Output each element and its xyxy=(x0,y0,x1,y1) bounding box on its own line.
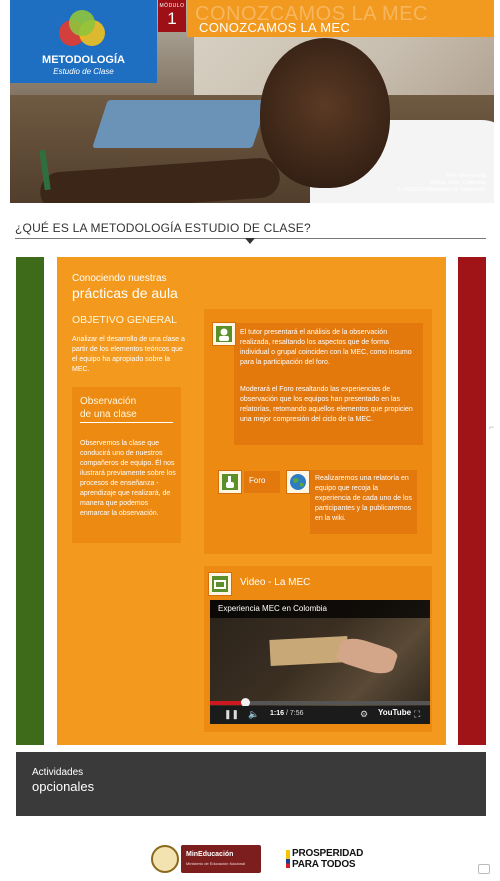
observation-title: Observación de una clase xyxy=(80,396,137,420)
module-number: 1 xyxy=(167,9,177,28)
page-title: CONOZCAMOS LA MEC xyxy=(199,20,351,35)
volume-icon[interactable]: 🔈 xyxy=(248,709,259,720)
observation-underline xyxy=(80,422,173,423)
ministry-subtitle: Ministerio de Educación Nacional xyxy=(186,861,246,866)
tutor-text-2: Moderará el Foro resaltando las experien… xyxy=(240,386,413,423)
progress-fill xyxy=(210,701,246,705)
module-badge: MÓDULO 1 xyxy=(158,0,186,32)
prosperity-line-1: PROSPERIDAD xyxy=(292,848,364,859)
settings-gear-icon[interactable]: ⚙ xyxy=(360,709,368,720)
screen-icon[interactable] xyxy=(478,864,490,874)
module-label: MÓDULO xyxy=(159,3,185,9)
youtube-logo[interactable]: YouTube xyxy=(378,708,411,717)
prosperity-line-2: PARA TODOS xyxy=(292,859,356,870)
page: METODOLOGÍA Estudio de Clase MÓDULO 1 CO… xyxy=(0,0,500,881)
ministry-name: MinEducación xyxy=(186,851,234,858)
video-section-title: Video - La MEC xyxy=(240,577,311,588)
logo-title: METODOLOGÍA xyxy=(42,54,125,66)
optional-title[interactable]: opcionales xyxy=(32,779,94,794)
divider-arrow-icon xyxy=(245,238,255,244)
video-title[interactable]: Experiencia MEC en Colombia xyxy=(218,604,327,613)
scroll-arrow-icon[interactable]: ⌐ xyxy=(489,422,497,434)
photo-caption: Niño de escuela Florida Valle, Colombia … xyxy=(396,173,486,193)
time-display: 1:16 / 7:56 xyxy=(270,710,304,717)
ministry-logo[interactable] xyxy=(181,845,261,873)
optional-kicker: Actividades xyxy=(32,767,84,778)
video-icon xyxy=(208,572,232,596)
forum-label[interactable]: Foro xyxy=(249,476,265,485)
section-heading: ¿QUÉ ES LA METODOLOGÍA ESTUDIO DE CLASE? xyxy=(15,221,311,235)
tutor-text-1: El tutor presentará el análisis de la ob… xyxy=(240,329,412,366)
side-tab-green[interactable] xyxy=(16,257,44,745)
side-tab-red[interactable] xyxy=(458,257,486,745)
objective-text: Analizar el desarrollo de una clase a pa… xyxy=(72,336,185,373)
fullscreen-icon[interactable]: ⛶ xyxy=(414,709,420,720)
colombia-seal-icon xyxy=(151,845,179,873)
methodology-logo[interactable]: METODOLOGÍA Estudio de Clase xyxy=(10,0,157,83)
globe-icon[interactable] xyxy=(286,470,310,494)
tutor-icon xyxy=(212,322,236,346)
panel-kicker: Conociendo nuestras xyxy=(72,273,167,284)
observation-text: Observemos la clase que conducirá uno de… xyxy=(80,440,176,517)
logo-subtitle: Estudio de Clase xyxy=(53,67,114,76)
relatoria-text: Realizaremos una relatoría en equipo que… xyxy=(315,475,412,522)
panel-headline: prácticas de aula xyxy=(72,285,178,301)
colombia-flag-icon xyxy=(286,850,290,868)
objective-title: OBJETIVO GENERAL xyxy=(72,314,178,326)
pause-icon[interactable]: ❚❚ xyxy=(224,709,239,720)
video-player[interactable]: Experiencia MEC en Colombia ❚❚ 🔈 1:16 / … xyxy=(210,600,430,724)
forum-hand-icon[interactable] xyxy=(218,470,242,494)
logo-circles-icon xyxy=(55,8,115,50)
